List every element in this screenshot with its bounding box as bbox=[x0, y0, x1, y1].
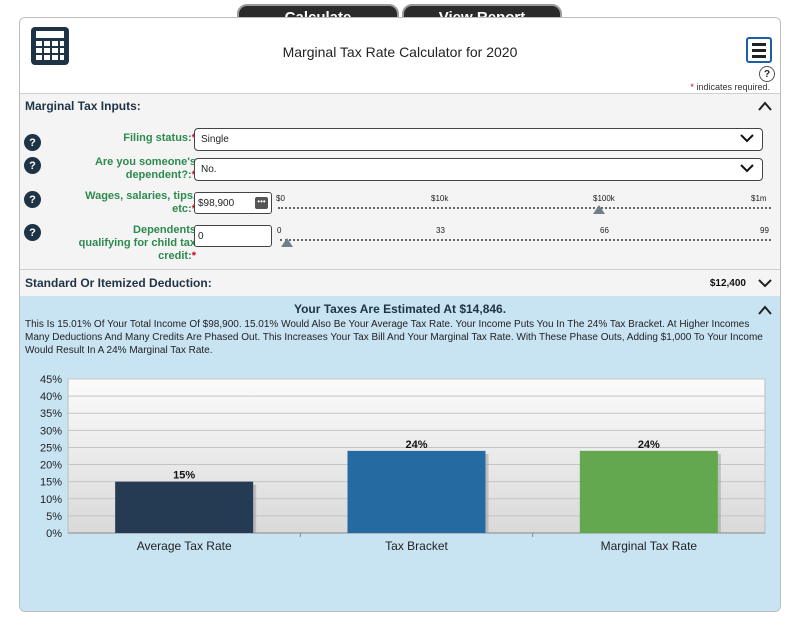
chevron-up-icon[interactable] bbox=[758, 98, 772, 114]
y-tick-label: 40% bbox=[40, 391, 62, 403]
wages-slider-track[interactable] bbox=[278, 207, 771, 209]
chevron-down-icon[interactable] bbox=[758, 275, 772, 291]
wages-label: Wages, salaries, tips,etc:* bbox=[85, 190, 196, 215]
y-tick-label: 15% bbox=[40, 477, 62, 489]
dependents-tick: 33 bbox=[436, 226, 445, 235]
wages-tick: $100k bbox=[593, 194, 615, 203]
dependent-value: No. bbox=[201, 164, 217, 175]
results-title: Your Taxes Are Estimated At $14,846. bbox=[293, 302, 507, 316]
y-tick-label: 5% bbox=[46, 511, 62, 523]
data-label: 24% bbox=[638, 439, 660, 451]
page-title: Marginal Tax Rate Calculator for 2020 bbox=[282, 44, 518, 60]
filing-status-label: Filing status:* bbox=[123, 132, 196, 144]
deduction-value: $12,400 bbox=[709, 277, 746, 289]
wages-value: $98,900 bbox=[198, 197, 235, 209]
inputs-section-header[interactable]: Marginal Tax Inputs: bbox=[20, 94, 780, 118]
dependent-label: Are you someone'sdependent?:* bbox=[94, 156, 196, 181]
x-tick-label: Average Tax Rate bbox=[137, 539, 232, 553]
data-label: 24% bbox=[405, 439, 427, 451]
wages-tick: $10k bbox=[431, 194, 449, 203]
chevron-down-icon bbox=[740, 160, 754, 178]
required-note: * indicates required. bbox=[690, 82, 770, 92]
y-tick-label: 45% bbox=[40, 374, 62, 386]
y-tick-label: 0% bbox=[46, 528, 62, 540]
inputs-section-title: Marginal Tax Inputs: bbox=[25, 99, 141, 113]
wages-tick: $0 bbox=[276, 194, 285, 203]
required-note-text: indicates required. bbox=[696, 82, 770, 92]
keypad-icon[interactable]: ••• bbox=[255, 197, 268, 209]
dependents-tick: 0 bbox=[277, 226, 282, 235]
wages-slider-handle[interactable] bbox=[593, 205, 605, 214]
help-icon[interactable]: ? bbox=[24, 157, 41, 174]
dependents-tick: 99 bbox=[760, 226, 769, 235]
chevron-down-icon bbox=[740, 130, 754, 148]
dependents-label: Dependents qualifying for child tax credit… bbox=[78, 224, 196, 262]
wages-tick: $1m bbox=[751, 194, 767, 203]
help-icon[interactable]: ? bbox=[24, 134, 41, 151]
dependents-slider-handle[interactable] bbox=[281, 238, 293, 247]
y-tick-label: 10% bbox=[40, 494, 62, 506]
required-star: * bbox=[690, 82, 694, 92]
divider bbox=[20, 269, 780, 270]
help-icon[interactable]: ? bbox=[759, 66, 775, 82]
results-summary: This Is 15.01% Of Your Total Income Of $… bbox=[25, 319, 763, 356]
dependents-value: 0 bbox=[198, 230, 204, 242]
dependents-tick: 66 bbox=[600, 226, 609, 235]
bar bbox=[579, 450, 718, 533]
y-tick-label: 35% bbox=[40, 408, 62, 420]
results-panel: Your Taxes Are Estimated At $14,846. Thi… bbox=[20, 296, 780, 611]
chevron-up-icon[interactable] bbox=[758, 302, 772, 318]
bar bbox=[347, 450, 486, 533]
dependent-select[interactable]: No. bbox=[194, 158, 763, 181]
x-tick-label: Marginal Tax Rate bbox=[601, 539, 698, 553]
dependents-slider-track[interactable] bbox=[280, 239, 771, 241]
help-icon[interactable]: ? bbox=[24, 191, 41, 208]
x-tick-label: Tax Bracket bbox=[385, 539, 448, 553]
help-icon[interactable]: ? bbox=[24, 224, 41, 241]
dependents-input[interactable]: 0 bbox=[194, 225, 272, 247]
bar bbox=[115, 481, 254, 533]
y-tick-label: 30% bbox=[40, 425, 62, 437]
calculator-panel: Marginal Tax Rate Calculator for 2020 ? … bbox=[19, 17, 781, 612]
y-tick-label: 20% bbox=[40, 460, 62, 472]
data-label: 15% bbox=[173, 470, 195, 482]
deduction-section-header[interactable]: Standard Or Itemized Deduction: $12,400 bbox=[20, 271, 780, 295]
wages-input[interactable]: $98,900 ••• bbox=[194, 192, 272, 214]
y-tick-label: 25% bbox=[40, 442, 62, 454]
header: Marginal Tax Rate Calculator for 2020 ? … bbox=[20, 18, 780, 94]
menu-icon[interactable] bbox=[746, 37, 772, 63]
filing-status-select[interactable]: Single bbox=[194, 128, 763, 151]
tax-rate-chart: 0% 5% 10% 15% 20% 25% 30% 35% 40% 45% 15% Average T… bbox=[40, 374, 766, 553]
deduction-section-title: Standard Or Itemized Deduction: bbox=[25, 276, 212, 290]
filing-status-value: Single bbox=[201, 134, 229, 145]
